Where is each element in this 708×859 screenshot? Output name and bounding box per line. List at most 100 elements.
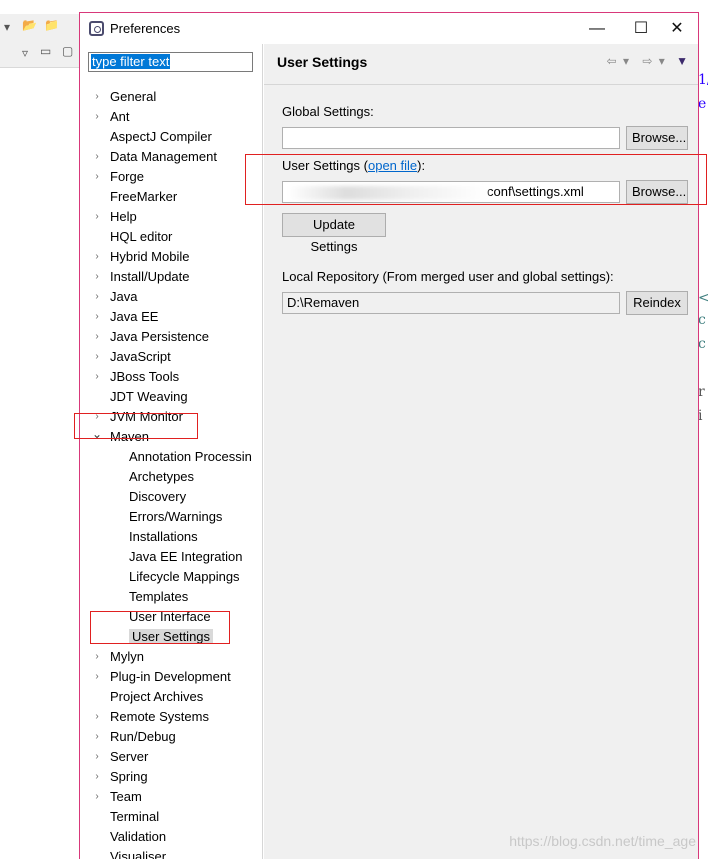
- local-repository-field[interactable]: D:\Remaven: [282, 292, 620, 314]
- user-settings-label-prefix: User Settings (: [282, 158, 368, 173]
- open-folder-icon: 📂: [22, 18, 37, 32]
- dropdown-icon: ▾: [4, 20, 11, 34]
- tree-item-validation[interactable]: Validation: [110, 828, 166, 846]
- tree-item-team[interactable]: › Team: [95, 788, 141, 806]
- chevron-right-icon[interactable]: ›: [92, 668, 102, 686]
- filter-input[interactable]: type filter text: [88, 52, 253, 72]
- forward-dropdown-icon[interactable]: ▾: [659, 54, 665, 68]
- tree-item-remote-systems[interactable]: › Remote Systems: [95, 708, 209, 726]
- tree-item-label: Install/Update: [110, 269, 190, 284]
- tree-item-user-interface[interactable]: User Interface: [129, 608, 211, 626]
- chevron-right-icon[interactable]: ›: [92, 728, 102, 746]
- tree-item-maven[interactable]: ⌄ Maven: [92, 427, 149, 446]
- separator: [264, 84, 698, 85]
- tree-item-server[interactable]: › Server: [95, 748, 148, 766]
- maximize-button[interactable]: ☐: [626, 17, 656, 41]
- chevron-down-icon[interactable]: ⌄: [92, 425, 102, 443]
- update-settings-button[interactable]: Update Settings: [282, 213, 386, 254]
- reindex-button[interactable]: Reindex: [626, 291, 688, 315]
- tree-item-installations[interactable]: Installations: [129, 528, 198, 546]
- tree-item-label: JavaScript: [110, 349, 171, 364]
- chevron-right-icon[interactable]: ›: [92, 308, 102, 326]
- view-menu-icon: ▿: [22, 46, 29, 60]
- tree-item-jvm-monitor[interactable]: › JVM Monitor: [95, 408, 183, 426]
- tree-item-spring[interactable]: › Spring: [95, 768, 147, 786]
- tree-item-java-persistence[interactable]: › Java Persistence: [95, 328, 209, 346]
- user-settings-field[interactable]: conf\settings.xml: [282, 181, 620, 203]
- chevron-right-icon[interactable]: ›: [92, 108, 102, 126]
- tree-item-archetypes[interactable]: Archetypes: [129, 468, 194, 486]
- chevron-right-icon[interactable]: ›: [92, 288, 102, 306]
- chevron-right-icon[interactable]: ›: [92, 748, 102, 766]
- tree-item-lifecycle-mappings[interactable]: Lifecycle Mappings: [129, 568, 240, 586]
- chevron-right-icon[interactable]: ›: [92, 788, 102, 806]
- tree-item-mylyn[interactable]: › Mylyn: [95, 648, 144, 666]
- tree-item-label: Errors/Warnings: [129, 509, 223, 524]
- folder-icon: 📁: [44, 18, 59, 32]
- page-navigation: ⇦ ▾ ⇨ ▾ ▼: [604, 54, 688, 68]
- tree-item-general[interactable]: › General: [95, 88, 156, 106]
- tree-item-errors-warnings[interactable]: Errors/Warnings: [129, 508, 222, 526]
- tree-item-label: Java: [110, 289, 138, 304]
- open-file-link[interactable]: open file: [368, 158, 417, 173]
- chevron-right-icon[interactable]: ›: [92, 268, 102, 286]
- chevron-right-icon[interactable]: ›: [92, 88, 102, 106]
- tree-item-help[interactable]: › Help: [95, 208, 136, 226]
- global-browse-button[interactable]: Browse...: [626, 126, 688, 150]
- preferences-tree-panel: type filter text › General › Ant AspectJ Com…: [80, 44, 263, 859]
- chevron-right-icon[interactable]: ›: [92, 148, 102, 166]
- global-settings-field[interactable]: [282, 127, 620, 149]
- page-title: User Settings: [277, 54, 368, 70]
- tree-item-jboss-tools[interactable]: › JBoss Tools: [95, 368, 179, 386]
- chevron-right-icon[interactable]: ›: [92, 248, 102, 266]
- tree-item-aspectj-compiler[interactable]: AspectJ Compiler: [110, 128, 212, 146]
- forward-icon[interactable]: ⇨: [642, 54, 652, 68]
- chevron-right-icon[interactable]: ›: [92, 328, 102, 346]
- tree-item-hql-editor[interactable]: HQL editor: [110, 228, 172, 246]
- tree-item-visualiser[interactable]: Visualiser: [110, 848, 166, 859]
- tree-item-label: Remote Systems: [110, 709, 209, 724]
- tree-item-label: Hybrid Mobile: [110, 249, 190, 264]
- chevron-right-icon[interactable]: ›: [92, 168, 102, 186]
- back-icon[interactable]: ⇦: [607, 54, 617, 68]
- chevron-right-icon[interactable]: ›: [92, 648, 102, 666]
- tree-item-discovery[interactable]: Discovery: [129, 488, 186, 506]
- chevron-right-icon[interactable]: ›: [92, 708, 102, 726]
- tree-item-terminal[interactable]: Terminal: [110, 808, 159, 826]
- tree-item-jdt-weaving[interactable]: JDT Weaving: [110, 388, 188, 406]
- tree-item-data-management[interactable]: › Data Management: [95, 148, 217, 166]
- tree-item-java-ee-integration[interactable]: Java EE Integration: [129, 548, 242, 566]
- tree-item-forge[interactable]: › Forge: [95, 168, 144, 186]
- back-dropdown-icon[interactable]: ▾: [623, 54, 629, 68]
- background-code-line: 1/: [698, 72, 708, 88]
- user-browse-button[interactable]: Browse...: [626, 180, 688, 204]
- window-title: Preferences: [110, 21, 181, 36]
- chevron-right-icon[interactable]: ›: [92, 348, 102, 366]
- tree-item-label: Plug-in Development: [110, 669, 231, 684]
- tree-item-java-ee[interactable]: › Java EE: [95, 308, 158, 326]
- tree-item-project-archives[interactable]: Project Archives: [110, 688, 203, 706]
- chevron-right-icon[interactable]: ›: [92, 368, 102, 386]
- chevron-right-icon[interactable]: ›: [92, 408, 102, 426]
- chevron-right-icon[interactable]: ›: [92, 208, 102, 226]
- tree-item-freemarker[interactable]: FreeMarker: [110, 188, 177, 206]
- tree-item-hybrid-mobile[interactable]: › Hybrid Mobile: [95, 248, 190, 266]
- chevron-right-icon[interactable]: ›: [92, 768, 102, 786]
- tree-item-install-update[interactable]: › Install/Update: [95, 268, 190, 286]
- maximize-view-icon: ▢: [62, 44, 74, 58]
- tree-item-label: Templates: [129, 589, 189, 604]
- tree-item-run-debug[interactable]: › Run/Debug: [95, 728, 175, 746]
- tree-item-java[interactable]: › Java: [95, 288, 138, 306]
- redacted-path: [287, 185, 487, 200]
- close-button[interactable]: ✕: [662, 17, 692, 41]
- background-code-line: <: [698, 290, 708, 306]
- tree-item-ant[interactable]: › Ant: [95, 108, 129, 126]
- view-menu-icon[interactable]: ▼: [676, 54, 688, 68]
- tree-item-javascript[interactable]: › JavaScript: [95, 348, 171, 366]
- minimize-button[interactable]: —: [582, 17, 612, 41]
- tree-item-plug-in-development[interactable]: › Plug-in Development: [95, 668, 231, 686]
- tree-item-label: JDT Weaving: [110, 389, 188, 404]
- tree-item-annotation-processin[interactable]: Annotation Processin: [129, 448, 252, 466]
- tree-item-user-settings[interactable]: User Settings: [129, 628, 214, 646]
- tree-item-templates[interactable]: Templates: [129, 588, 188, 606]
